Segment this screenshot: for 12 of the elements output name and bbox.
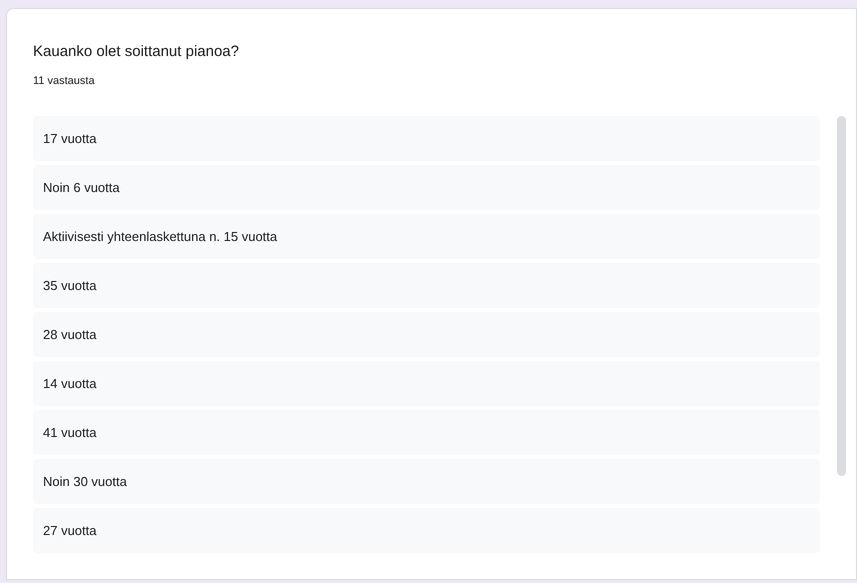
response-item: 27 vuotta xyxy=(33,508,820,553)
response-item: 41 vuotta xyxy=(33,410,820,455)
response-item: 35 vuotta xyxy=(33,263,820,308)
response-item: 14 vuotta xyxy=(33,361,820,406)
response-item: Aktiivisesti yhteenlaskettuna n. 15 vuotta xyxy=(33,214,820,259)
response-item: Noin 6 vuotta xyxy=(33,165,820,210)
question-title: Kauanko olet soittanut pianoa? xyxy=(33,42,239,62)
response-item: Noin 30 vuotta xyxy=(33,459,820,504)
scrollbar[interactable] xyxy=(837,116,846,476)
response-item: 28 vuotta xyxy=(33,312,820,357)
response-count: 11 vastausta xyxy=(33,74,95,88)
response-item: 17 vuotta xyxy=(33,116,820,161)
